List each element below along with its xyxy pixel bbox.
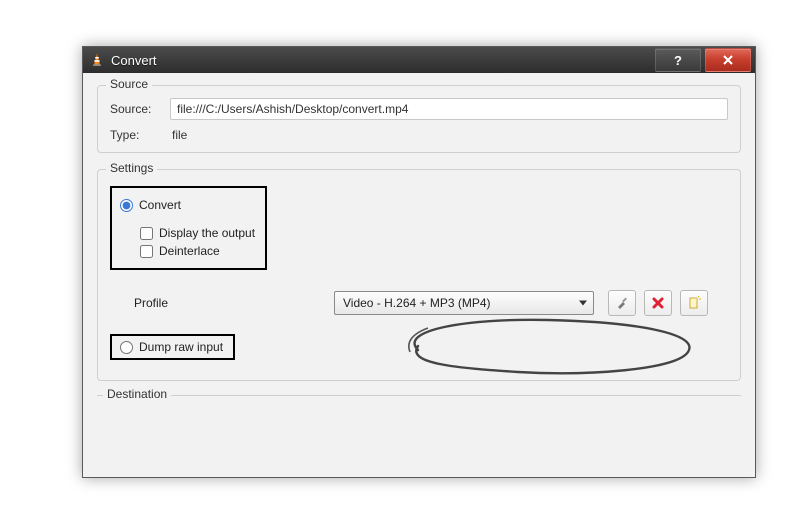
tools-icon: [615, 296, 629, 310]
dump-raw-row[interactable]: Dump raw input: [120, 340, 223, 354]
chevron-down-icon: [579, 301, 587, 306]
profile-row: Profile Video - H.264 + MP3 (MP4): [110, 290, 728, 316]
delete-profile-button[interactable]: [644, 290, 672, 316]
annotation-dump-box: Dump raw input: [110, 334, 235, 360]
display-output-checkbox[interactable]: [140, 227, 153, 240]
annotation-ellipse: [388, 312, 708, 382]
window-controls: ?: [651, 47, 751, 73]
edit-profile-button[interactable]: [608, 290, 636, 316]
display-output-row[interactable]: Display the output: [140, 226, 255, 240]
dialog-window: Convert ? Source Source:: [82, 46, 756, 478]
dialog-body: Source Source: Type: file Settings: [83, 73, 755, 477]
type-row: Type: file: [110, 128, 728, 142]
help-button[interactable]: ?: [655, 48, 701, 72]
source-legend: Source: [106, 77, 152, 91]
source-groupbox: Source Source: Type: file: [97, 85, 741, 153]
convert-radio-row[interactable]: Convert: [120, 198, 255, 212]
convert-radio[interactable]: [120, 199, 133, 212]
profile-label: Profile: [134, 296, 224, 310]
type-value: file: [170, 128, 187, 142]
type-label: Type:: [110, 128, 170, 142]
settings-groupbox: Settings Convert Display the output: [97, 169, 741, 381]
titlebar: Convert ?: [83, 47, 755, 73]
new-document-icon: [687, 296, 701, 310]
vlc-cone-icon: [89, 52, 105, 68]
profile-dropdown[interactable]: Video - H.264 + MP3 (MP4): [334, 291, 594, 315]
annotation-convert-box: Convert Display the output Deinterlace: [110, 186, 267, 270]
settings-legend: Settings: [106, 161, 157, 175]
delete-icon: [651, 296, 665, 310]
help-icon: ?: [674, 53, 682, 68]
dump-raw-radio[interactable]: [120, 341, 133, 354]
display-output-label: Display the output: [159, 226, 255, 240]
deinterlace-checkbox[interactable]: [140, 245, 153, 258]
profile-selected-value: Video - H.264 + MP3 (MP4): [343, 296, 491, 310]
source-input[interactable]: [170, 98, 728, 120]
source-label: Source:: [110, 102, 170, 116]
source-row: Source:: [110, 98, 728, 120]
convert-radio-label: Convert: [139, 198, 181, 212]
new-profile-button[interactable]: [680, 290, 708, 316]
close-icon: [722, 55, 734, 65]
deinterlace-label: Deinterlace: [159, 244, 220, 258]
close-button[interactable]: [705, 48, 751, 72]
destination-legend: Destination: [103, 387, 171, 401]
deinterlace-row[interactable]: Deinterlace: [140, 244, 255, 258]
dump-raw-label: Dump raw input: [139, 340, 223, 354]
window-title: Convert: [111, 53, 157, 68]
